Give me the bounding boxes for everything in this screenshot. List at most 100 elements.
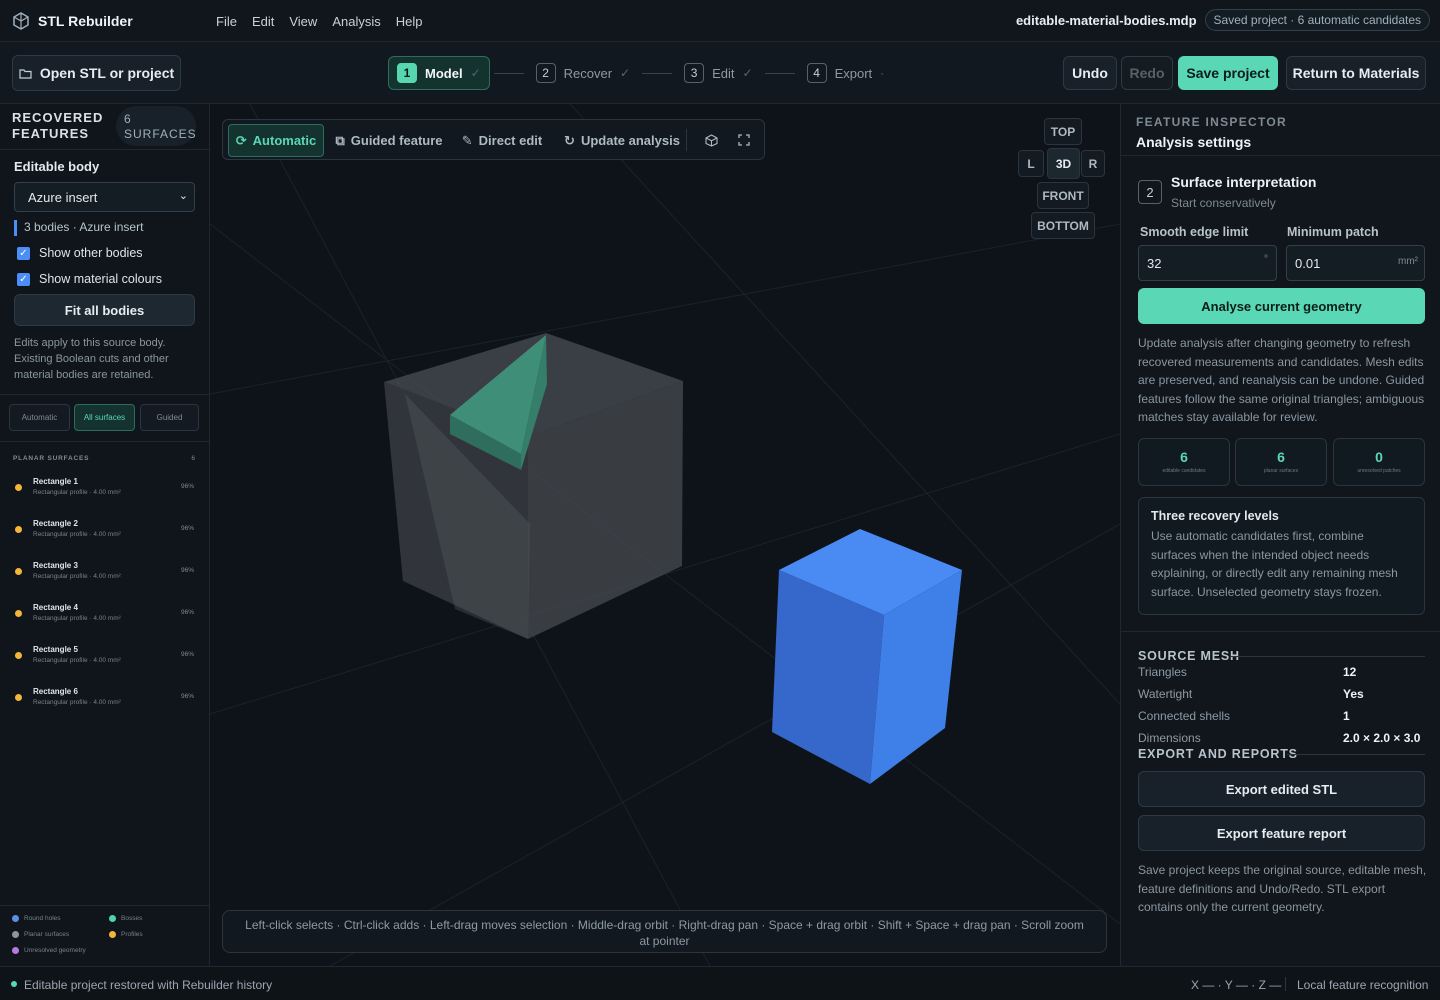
- divider: [0, 149, 209, 150]
- step-number: 1: [397, 63, 417, 83]
- stat-editable-candidates: 6 editable candidates: [1138, 438, 1230, 486]
- 3d-viewport[interactable]: ⟳ Automatic ⧉ Guided feature ✎ Direct edit …: [210, 104, 1120, 966]
- step-label: Recover: [563, 65, 613, 81]
- step-recover[interactable]: 2 Recover ✓: [528, 56, 638, 90]
- smooth-edge-input[interactable]: 32 °: [1138, 245, 1277, 281]
- check-icon: ✓: [620, 66, 631, 80]
- section-count: 6: [191, 455, 195, 462]
- body-select-value: Azure insert: [28, 190, 98, 205]
- legend-label: Round holes: [24, 915, 61, 922]
- filter-all-surfaces[interactable]: All surfaces: [74, 404, 135, 431]
- interaction-hints: Left-click selects · Ctrl-click adds · L…: [222, 910, 1107, 953]
- panel-title: RECOVERED FEATURES: [12, 110, 103, 142]
- stat-label: planar surfaces: [1263, 468, 1299, 474]
- surface-row[interactable]: Rectangle 4 Rectangular profile · 4.00 mm…: [10, 598, 200, 638]
- redo-button[interactable]: Redo: [1121, 56, 1173, 90]
- surface-confidence: 96%: [180, 525, 194, 532]
- divider: [1121, 631, 1440, 632]
- surface-detail: Rectangular profile · 4.00 mm²: [33, 573, 121, 580]
- legend-label: Planar surfaces: [24, 931, 70, 938]
- minimum-patch-input[interactable]: 0.01 mm²: [1286, 245, 1425, 281]
- undo-button[interactable]: Undo: [1063, 56, 1117, 90]
- surface-count-label: SURFACES: [124, 127, 197, 141]
- mode-update-analysis[interactable]: ↻ Update analysis: [559, 124, 685, 157]
- step-export[interactable]: 4 Export ·: [799, 56, 893, 90]
- show-other-bodies-checkbox[interactable]: ✓ Show other bodies: [17, 246, 143, 260]
- open-project-button[interactable]: Open STL or project: [12, 55, 181, 91]
- project-file-name: editable-material-bodies.mdp: [1015, 12, 1197, 28]
- view-left-button[interactable]: L: [1018, 150, 1044, 177]
- area-unit: mm²: [1398, 256, 1418, 267]
- source-key: Dimensions: [1138, 731, 1201, 745]
- step-edit[interactable]: 3 Edit ✓: [676, 56, 760, 90]
- minimum-patch-value: 0.01: [1295, 256, 1321, 271]
- show-material-colours-checkbox[interactable]: ✓ Show material colours: [17, 272, 162, 286]
- legend-dot: [12, 915, 19, 922]
- export-stl-button[interactable]: Export edited STL: [1138, 771, 1425, 807]
- menu-help[interactable]: Help: [396, 14, 423, 29]
- app-brand: STL Rebuilder: [12, 12, 133, 30]
- mode-direct-edit[interactable]: ✎ Direct edit: [459, 124, 545, 157]
- status-bar: Editable project restored with Rebuilder…: [0, 966, 1440, 1000]
- step-model[interactable]: 1 Model ✓: [388, 56, 490, 90]
- surface-row[interactable]: Rectangle 1 Rectangular profile · 4.00 mm…: [10, 472, 200, 512]
- view-front-button[interactable]: FRONT: [1037, 182, 1089, 209]
- scene-canvas[interactable]: [210, 104, 1120, 966]
- pending-dot-icon: ·: [880, 66, 885, 80]
- surface-detail: Rectangular profile · 4.00 mm²: [33, 489, 121, 496]
- surface-name: Rectangle 4: [33, 603, 78, 612]
- panel-title-line: RECOVERED: [12, 110, 104, 125]
- surface-row[interactable]: Rectangle 2 Rectangular profile · 4.00 mm…: [10, 514, 200, 554]
- mode-automatic[interactable]: ⟳ Automatic: [228, 124, 324, 157]
- legend-label: Profiles: [121, 931, 143, 938]
- filter-guided[interactable]: Guided: [140, 404, 199, 431]
- fit-all-bodies-button[interactable]: Fit all bodies: [14, 294, 195, 326]
- analysis-description: Update analysis after changing geometry …: [1138, 336, 1425, 425]
- divider: [1285, 977, 1286, 991]
- surface-detail: Rectangular profile · 4.00 mm²: [33, 657, 121, 664]
- recovery-levels-card: Three recovery levels Use automatic cand…: [1138, 497, 1425, 615]
- surface-row[interactable]: Rectangle 6 Rectangular profile · 4.00 mm…: [10, 682, 200, 722]
- save-project-button[interactable]: Save project: [1178, 56, 1278, 90]
- analyse-geometry-button[interactable]: Analyse current geometry: [1138, 288, 1425, 324]
- surface-row[interactable]: Rectangle 5 Rectangular profile · 4.00 mm…: [10, 640, 200, 680]
- app-logo-icon: [13, 12, 29, 30]
- body-info: 3 bodies · Azure insert: [14, 220, 143, 236]
- source-value: 12: [1343, 665, 1357, 679]
- menu-view[interactable]: View: [289, 14, 317, 29]
- checkbox-label: Show other bodies: [39, 246, 143, 260]
- surface-status-dot: [15, 694, 22, 701]
- divider: [686, 129, 687, 151]
- surface-row[interactable]: Rectangle 3 Rectangular profile · 4.00 mm…: [10, 556, 200, 596]
- filter-automatic[interactable]: Automatic: [9, 404, 70, 431]
- blue-azure-insert-body[interactable]: [772, 529, 962, 784]
- mode-guided-feature[interactable]: ⧉ Guided feature: [333, 124, 445, 157]
- step-label: Export: [834, 65, 873, 81]
- legend-planar-surfaces: Planar surfaces: [12, 931, 69, 938]
- smooth-edge-value: 32: [1147, 256, 1162, 271]
- legend-unresolved: Unresolved geometry: [12, 947, 86, 954]
- menu-analysis[interactable]: Analysis: [332, 14, 380, 29]
- step-label: Edit: [712, 65, 735, 81]
- view-top-button[interactable]: TOP: [1044, 118, 1082, 145]
- legend-dot: [109, 931, 116, 938]
- view-right-button[interactable]: R: [1081, 150, 1105, 177]
- step-connector: [642, 72, 673, 74]
- return-to-materials-button[interactable]: Return to Materials: [1286, 56, 1426, 90]
- view-bottom-button[interactable]: BOTTOM: [1031, 212, 1095, 239]
- menu-edit[interactable]: Edit: [252, 14, 274, 29]
- fullscreen-icon[interactable]: [731, 127, 757, 153]
- inspector-kicker: FEATURE INSPECTOR: [1136, 115, 1288, 129]
- surface-confidence: 96%: [180, 693, 194, 700]
- view-3d-button[interactable]: 3D: [1047, 148, 1080, 179]
- check-icon: ✓: [742, 66, 753, 80]
- chevron-down-icon: ⌄: [178, 190, 188, 202]
- source-value: 2.0 × 2.0 × 3.0: [1343, 731, 1421, 745]
- legend-bosses: Bosses: [109, 915, 142, 922]
- body-select[interactable]: Azure insert ⌄: [14, 182, 195, 212]
- guided-feature-icon: ⧉: [335, 132, 345, 148]
- export-report-button[interactable]: Export feature report: [1138, 815, 1425, 851]
- cube-view-icon[interactable]: [698, 127, 724, 153]
- menu-file[interactable]: File: [216, 14, 237, 29]
- checkbox-label: Show material colours: [39, 272, 162, 286]
